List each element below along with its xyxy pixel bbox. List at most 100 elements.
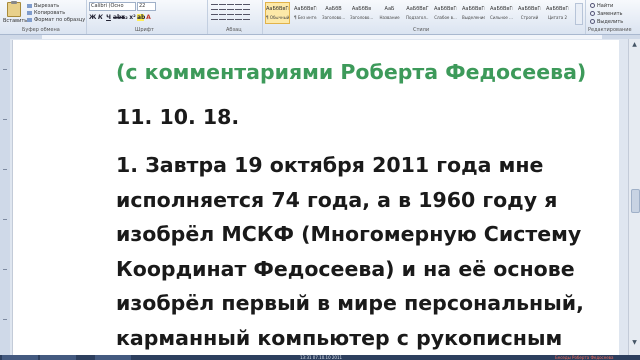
paragraph-line: 1. Завтра 19 октября 2011 года мне (116, 153, 544, 177)
style-name: Строгий (520, 15, 539, 20)
style-sample: АаБбВвГг (294, 6, 317, 12)
paste-label: Вставить (3, 18, 28, 24)
taskbar-clock: 13:31 07.10.10 2011 (300, 355, 343, 360)
style-name: Заголово... (322, 15, 345, 20)
cut-button[interactable]: Вырезать (27, 3, 59, 9)
strikethrough-icon[interactable]: abc (113, 14, 125, 21)
scroll-up-icon[interactable]: ▲ (631, 41, 638, 48)
styles-group-label: Стили (413, 27, 430, 33)
style-sample: АаБбВвГг (490, 6, 513, 12)
horizontal-ruler[interactable] (0, 35, 640, 39)
style-sample: АаБбВвГг (434, 6, 457, 12)
list-buttons (211, 4, 251, 12)
style-tile[interactable]: АаБбВвГг Цитата 2 (545, 2, 570, 24)
style-name: ¶ Без инте... (294, 15, 317, 20)
brush-icon (27, 17, 32, 22)
taskbar-item[interactable] (95, 355, 131, 360)
style-name: Название (379, 15, 400, 20)
align-center-icon[interactable] (219, 14, 226, 20)
styles-scroll-arrows[interactable] (575, 3, 583, 25)
align-buttons (211, 14, 251, 22)
style-name: Слабое в... (434, 15, 457, 20)
format-painter-label: Формат по образцу (34, 17, 86, 23)
superscript-icon[interactable]: x² (129, 14, 136, 21)
format-painter-button[interactable]: Формат по образцу (27, 17, 85, 23)
style-tile[interactable]: АаБбВвГг Выделение (461, 2, 486, 24)
align-left-icon[interactable] (211, 14, 218, 20)
style-tile[interactable]: АаБбВвГг Слабое в... (433, 2, 458, 24)
taskbar-window-title[interactable]: Беседы Роберта Федосеева (555, 355, 614, 360)
document-page[interactable]: (с комментариями Роберта Федосеева) 11. … (12, 40, 619, 355)
ribbon: Вставить Вырезать Копировать Формат по о… (0, 0, 640, 35)
underline-icon[interactable]: Ч (105, 14, 112, 21)
style-tile[interactable]: АаБбВвГг ¶ Без инте... (293, 2, 318, 24)
binoculars-icon (590, 3, 595, 8)
style-sample: АаБбВв (351, 6, 372, 12)
style-tile[interactable]: АаБбВвГг Сильное ... (489, 2, 514, 24)
bold-icon[interactable]: Ж (89, 14, 96, 21)
select-icon (590, 19, 595, 24)
taskbar-item[interactable] (40, 355, 76, 360)
subscript-icon[interactable]: x₂ (121, 14, 128, 21)
vertical-scrollbar[interactable]: ▲ ▼ (628, 39, 640, 355)
scroll-down-icon[interactable]: ▼ (631, 339, 638, 346)
font-name-select[interactable]: Calibri (Осно (89, 2, 136, 11)
copy-label: Копировать (34, 10, 66, 16)
indent-icon[interactable] (235, 4, 242, 10)
style-sample: АаБ (384, 6, 395, 12)
style-tile[interactable]: АаБбВвГг Строгий (517, 2, 542, 24)
style-name: Цитата 2 (547, 15, 568, 20)
document-date: 11. 10. 18. (116, 105, 240, 129)
replace-icon (590, 11, 595, 16)
sort-icon[interactable] (243, 4, 250, 10)
paragraph-line: изобрёл МСКФ (Многомерную Систему (116, 222, 582, 246)
copy-button[interactable]: Копировать (27, 10, 65, 16)
styles-group: АаБбВвГг¶ ОбычныйАаБбВвГг¶ Без инте...Аа… (263, 0, 586, 34)
editing-group-label: Редактирование (588, 27, 632, 33)
document-subtitle: (с комментариями Роберта Федосеева) (116, 60, 587, 84)
paste-icon (7, 1, 21, 17)
select-button[interactable]: Выделить (590, 19, 623, 25)
style-tile[interactable]: АаБ Название (377, 2, 402, 24)
style-tile[interactable]: АаБбВвГг ¶ Обычный (265, 2, 290, 24)
align-right-icon[interactable] (227, 14, 234, 20)
document-paragraph: 1. Завтра 19 октября 2011 года мне исполн… (116, 148, 586, 355)
font-color-icon[interactable]: А (145, 14, 152, 21)
font-size-select[interactable]: 22 (137, 2, 156, 11)
replace-label: Заменить (597, 11, 623, 17)
clipboard-group: Вставить Вырезать Копировать Формат по о… (0, 0, 87, 34)
style-tile[interactable]: АаБбВвГ Подзагол... (405, 2, 430, 24)
scrollbar-thumb[interactable] (631, 189, 640, 213)
justify-icon[interactable] (235, 14, 242, 20)
find-button[interactable]: Найти (590, 3, 613, 9)
style-tile[interactable]: АаБбВв Заголово... (349, 2, 374, 24)
style-sample: АаБбВвГг (546, 6, 569, 12)
style-name: Сильное ... (490, 15, 513, 20)
text-highlight-icon[interactable]: ab (137, 14, 145, 21)
style-sample: АаБбВвГг (462, 6, 485, 12)
style-name: Выделение (462, 15, 485, 20)
style-sample: АаБбВвГг (266, 6, 289, 12)
paragraph-line: исполняется 74 года, а в 1960 году я (116, 187, 558, 212)
taskbar: 13:31 07.10.10 2011 Беседы Роберта Федос… (0, 355, 640, 360)
paragraph-line: карманный компьютер с рукописным (116, 325, 563, 350)
line-spacing-icon[interactable] (243, 14, 250, 20)
paste-button[interactable]: Вставить (3, 1, 28, 25)
bullets-icon[interactable] (211, 4, 218, 10)
taskbar-item[interactable] (2, 355, 38, 360)
style-tile[interactable]: АаБбВ Заголово... (321, 2, 346, 24)
copy-icon (27, 10, 32, 15)
paragraph-line: Координат Федосеева) и на её основе (116, 256, 575, 281)
replace-button[interactable]: Заменить (590, 11, 623, 17)
numbering-icon[interactable] (219, 4, 226, 10)
multilevel-list-icon[interactable] (227, 4, 234, 10)
clipboard-group-label: Буфер обмена (22, 27, 60, 33)
vertical-ruler[interactable] (0, 39, 10, 355)
style-name: Подзагол... (406, 15, 429, 20)
find-label: Найти (597, 3, 614, 9)
italic-icon[interactable]: К (97, 14, 104, 21)
select-label: Выделить (597, 19, 624, 25)
paragraph-group: Абзац (208, 0, 263, 34)
scissors-icon (27, 3, 32, 8)
editing-group: Найти Заменить Выделить Редактирование (586, 0, 640, 34)
